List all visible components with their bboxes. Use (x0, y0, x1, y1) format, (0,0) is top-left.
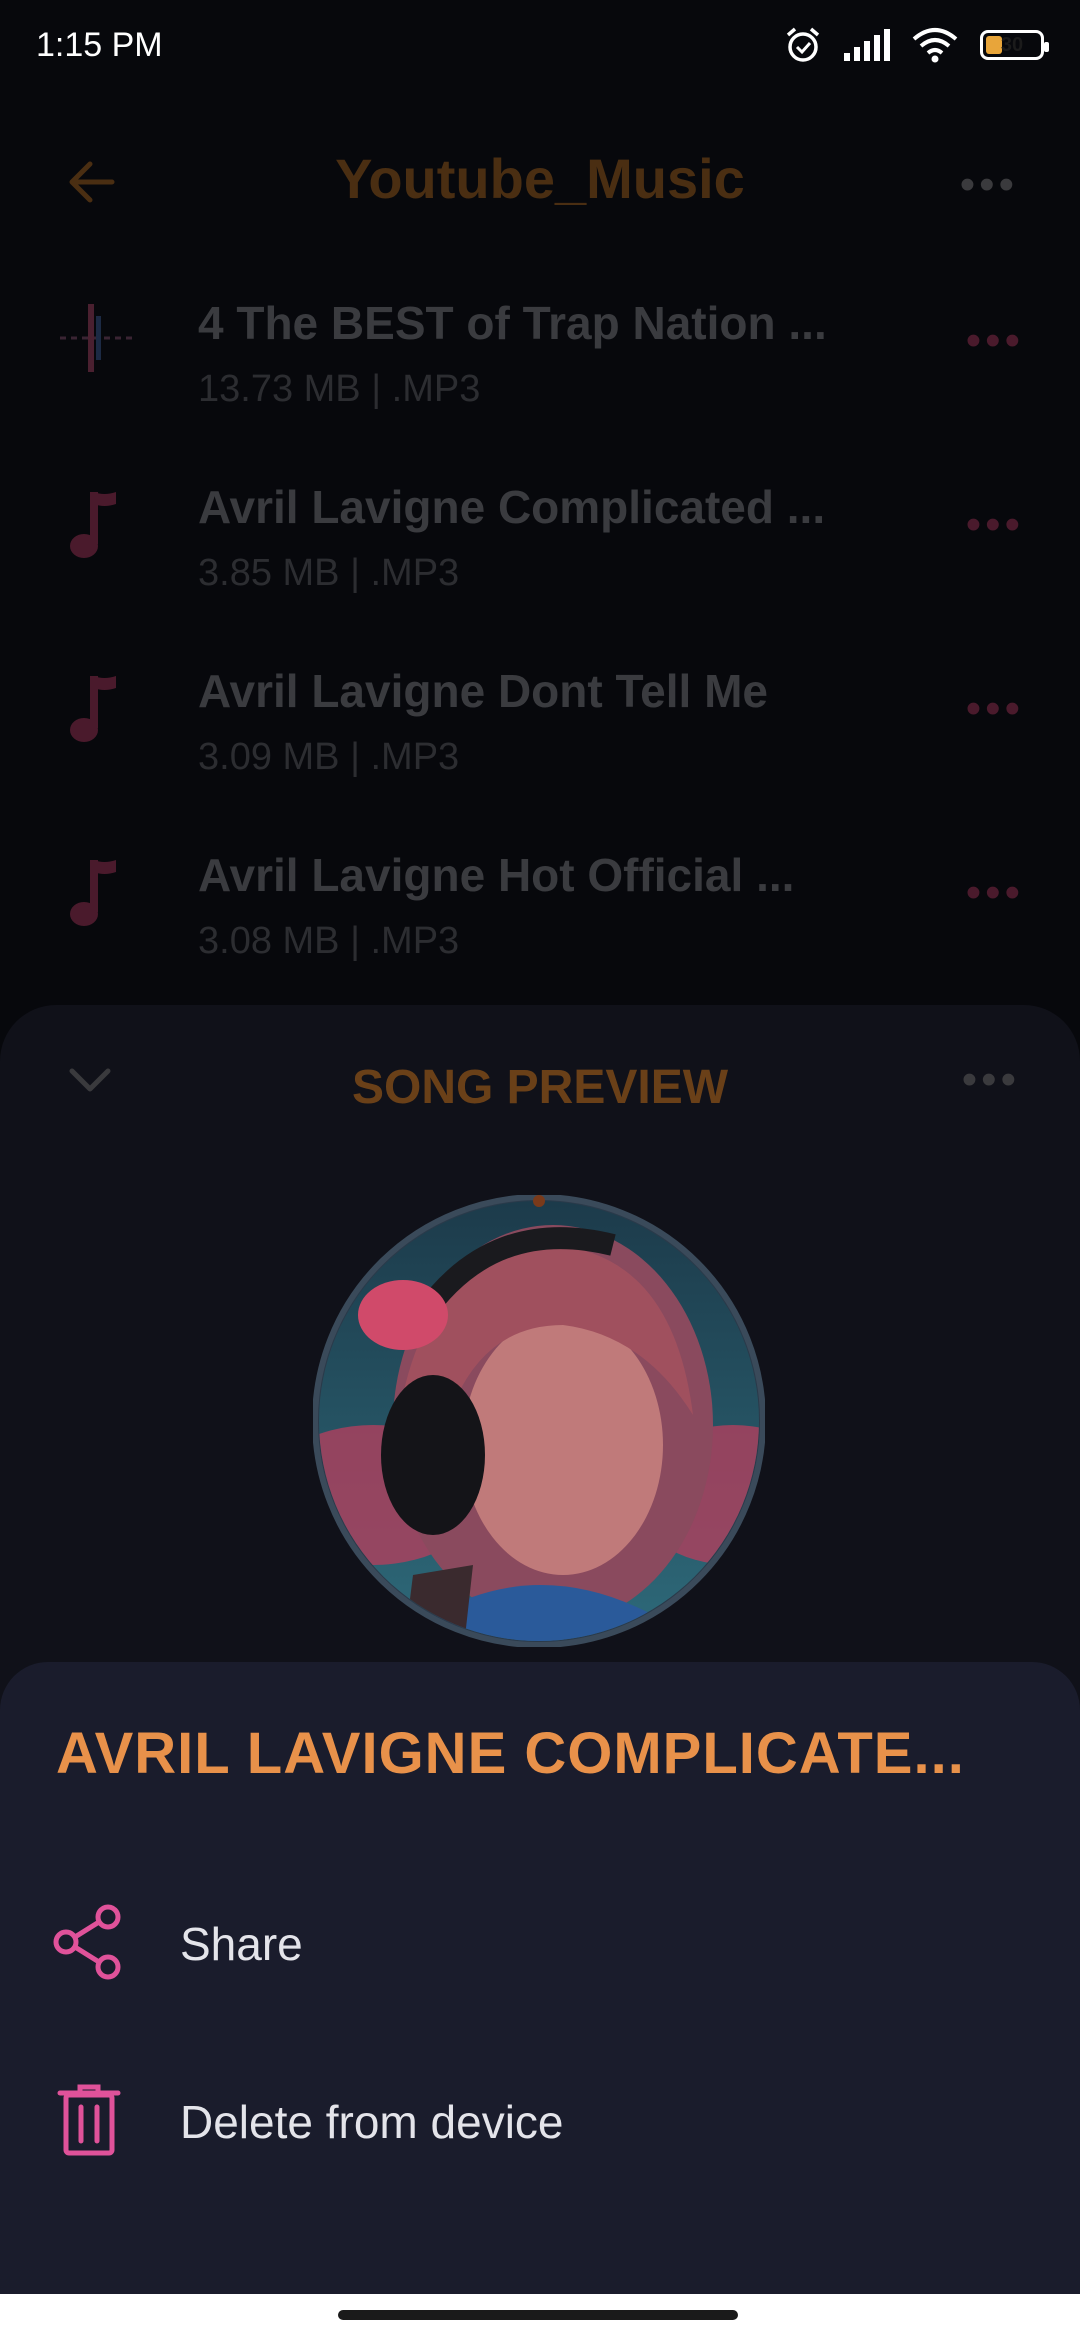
share-button[interactable]: Share (0, 1867, 1080, 2017)
battery-icon: 30 (980, 30, 1049, 60)
preview-title: SONG PREVIEW (351, 1061, 729, 1114)
page-title: Youtube_Music (335, 147, 745, 210)
song-meta: 13.73 MB | .MP3 (198, 368, 481, 410)
alarm-icon (786, 27, 820, 62)
navigation-bar (0, 2294, 1080, 2340)
menu-song-title: AVRIL LAVIGNE COMPLICATE... (56, 1721, 965, 1786)
more-options-icon[interactable]: ••• (966, 500, 1024, 550)
trash-icon (57, 2084, 121, 2156)
song-title: Avril Lavigne Dont Tell Me (198, 665, 768, 717)
list-item[interactable]: 4 The BEST of Trap Nation ... 13.73 MB |… (0, 270, 1080, 454)
status-icons: 30 (784, 26, 1049, 64)
song-title: Avril Lavigne Complicated ... (198, 481, 826, 533)
signal-icon (844, 29, 890, 61)
more-options-icon[interactable]: ••• (966, 316, 1024, 366)
list-item[interactable]: Avril Lavigne Dont Tell Me 3.09 MB | .MP… (0, 638, 1080, 822)
status-time: 1:15 PM (36, 26, 163, 64)
more-options-icon[interactable]: ••• (966, 868, 1024, 918)
delete-label: Delete from device (180, 2096, 564, 2148)
song-meta: 3.09 MB | .MP3 (198, 736, 460, 778)
song-list: 4 The BEST of Trap Nation ... 13.73 MB |… (0, 270, 1080, 1006)
song-meta: 3.85 MB | .MP3 (198, 552, 460, 594)
wifi-icon (912, 28, 958, 63)
delete-button[interactable]: Delete from device (0, 2045, 1080, 2195)
battery-level: 30 (1000, 33, 1024, 56)
share-label: Share (180, 1918, 303, 1970)
more-options-icon[interactable]: ••• (960, 160, 1018, 210)
app-header: Youtube_Music ••• (0, 130, 1080, 230)
list-item[interactable]: Avril Lavigne Complicated ... 3.85 MB | … (0, 454, 1080, 638)
more-options-icon[interactable]: ••• (966, 684, 1024, 734)
song-title: Avril Lavigne Hot Official ... (198, 849, 795, 901)
list-item[interactable]: Avril Lavigne Hot Official ... 3.08 MB |… (0, 822, 1080, 1006)
waveform-icon (60, 304, 132, 372)
album-art (313, 1195, 765, 1647)
song-meta: 3.08 MB | .MP3 (198, 920, 460, 962)
music-note-icon (70, 860, 116, 926)
song-title: 4 The BEST of Trap Nation ... (198, 297, 827, 349)
home-indicator[interactable] (338, 2310, 738, 2320)
share-icon (53, 1904, 121, 1980)
music-note-icon (70, 492, 116, 558)
more-options-icon[interactable]: ••• (962, 1055, 1020, 1105)
status-bar: 1:15 PM 30 (0, 0, 1080, 100)
music-note-icon (70, 676, 116, 742)
